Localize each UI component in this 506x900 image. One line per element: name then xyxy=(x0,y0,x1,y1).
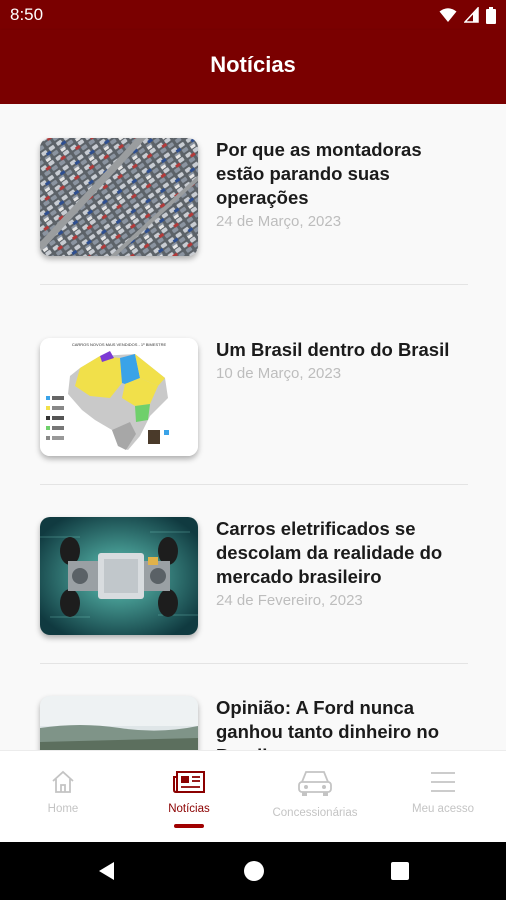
news-card[interactable]: Carros eletrificados se descolam da real… xyxy=(40,517,468,647)
news-date: 24 de Março, 2023 xyxy=(216,213,342,230)
parking-lot-image xyxy=(40,138,198,256)
home-icon xyxy=(0,769,126,799)
newspaper-icon xyxy=(126,769,252,799)
nav-label: Notícias xyxy=(168,803,210,815)
battery-icon xyxy=(486,6,496,24)
news-title[interactable]: Opinião: A Ford nunca ganhou tanto dinhe… xyxy=(216,696,474,750)
news-text: Carros eletrificados se descolam da real… xyxy=(216,517,474,609)
divider xyxy=(40,663,468,664)
recents-icon[interactable] xyxy=(389,860,411,882)
menu-icon xyxy=(380,769,506,799)
news-text: Um Brasil dentro do Brasil 10 de Março, … xyxy=(216,338,474,382)
status-icons xyxy=(439,6,496,24)
nav-item-home[interactable]: Home xyxy=(0,751,126,843)
news-card[interactable]: Por que as montadoras estão parando suas… xyxy=(40,138,468,268)
car-icon xyxy=(252,767,378,797)
news-title[interactable]: Um Brasil dentro do Brasil xyxy=(216,338,474,362)
news-card[interactable]: Opinião: A Ford nunca ganhou tanto dinhe… xyxy=(40,696,468,750)
home-button-icon[interactable] xyxy=(243,860,265,882)
news-card[interactable]: CARROS NOVOS MAIS VENDIDOS - 1º BIMESTRE… xyxy=(40,338,468,468)
bottom-navigation: Home Notícias Concessionárias Meu acesso xyxy=(0,750,506,842)
news-title[interactable]: Carros eletrificados se descolam da real… xyxy=(216,517,474,589)
news-thumbnail-landscape[interactable] xyxy=(40,696,198,750)
news-title[interactable]: Por que as montadoras estão parando suas… xyxy=(216,138,474,210)
news-thumbnail-map[interactable]: CARROS NOVOS MAIS VENDIDOS - 1º BIMESTRE xyxy=(40,338,198,456)
nav-item-noticias[interactable]: Notícias xyxy=(126,751,252,843)
news-date: 10 de Março, 2023 xyxy=(216,365,342,382)
status-bar: 8:50 xyxy=(0,0,506,30)
wifi-icon xyxy=(439,8,457,22)
ev-chassis-image xyxy=(40,517,198,635)
news-feed[interactable]: Por que as montadoras estão parando suas… xyxy=(0,104,506,750)
divider xyxy=(40,484,468,485)
active-indicator xyxy=(174,824,204,828)
nav-item-concessionarias[interactable]: Concessionárias xyxy=(252,751,378,843)
status-time: 8:50 xyxy=(10,5,44,24)
news-text: Opinião: A Ford nunca ganhou tanto dinhe… xyxy=(216,696,474,750)
signal-icon xyxy=(464,7,479,23)
divider xyxy=(40,284,468,285)
news-date: 24 de Fevereiro, 2023 xyxy=(216,592,363,609)
news-thumbnail-ev[interactable] xyxy=(40,517,198,635)
nav-label: Meu acesso xyxy=(411,803,474,815)
system-navigation-bar xyxy=(0,842,506,900)
nav-label: Home xyxy=(47,803,79,815)
map-title: CARROS NOVOS MAIS VENDIDOS - 1º BIMESTRE xyxy=(72,342,167,347)
landscape-image xyxy=(40,696,198,750)
brazil-map-image: CARROS NOVOS MAIS VENDIDOS - 1º BIMESTRE xyxy=(40,338,198,456)
back-icon[interactable] xyxy=(96,860,118,882)
nav-label: Concessionárias xyxy=(272,807,358,819)
app-bar: Notícias xyxy=(0,30,506,104)
page-title: Notícias xyxy=(210,52,296,77)
news-text: Por que as montadoras estão parando suas… xyxy=(216,138,474,230)
news-thumbnail-parking-lot[interactable] xyxy=(40,138,198,256)
nav-item-meu-acesso[interactable]: Meu acesso xyxy=(380,751,506,843)
